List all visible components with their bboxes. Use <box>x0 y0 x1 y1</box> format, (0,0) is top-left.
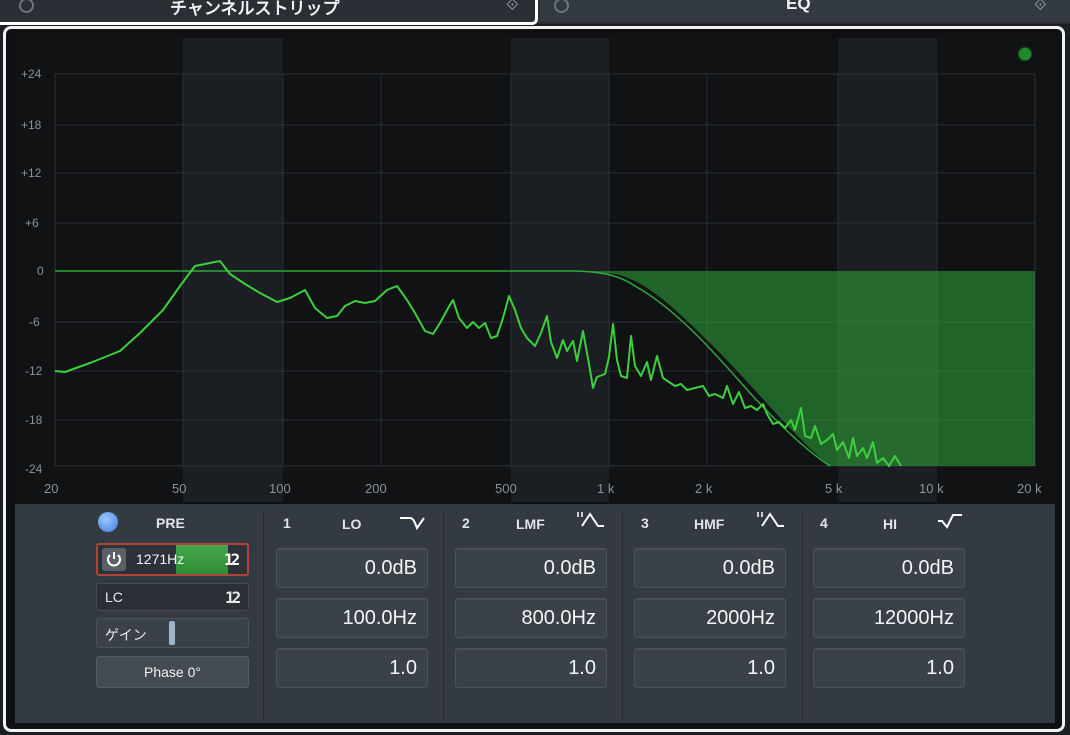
highcut-slope[interactable]: 12 <box>224 550 240 569</box>
band-4-gain[interactable]: 0.0dB <box>813 548 965 588</box>
gain-slider-handle[interactable] <box>169 621 175 645</box>
x-tick-label: 20 <box>44 481 58 496</box>
lowcut-filter[interactable]: LC 12 <box>96 583 249 611</box>
band-4-name: HI <box>883 516 897 532</box>
x-tick-label: 20 k <box>1017 481 1042 496</box>
highcut-frequency: 1271Hz <box>136 551 185 567</box>
band-1-name: LO <box>342 516 362 532</box>
highcut-filter[interactable]: 1271Hz 12 <box>96 543 249 576</box>
status-led-icon <box>1019 48 1031 60</box>
y-tick-label: +6 <box>25 216 39 230</box>
eq-display[interactable]: +24 +18 +12 +6 0 -6 -12 -18 -24 20 50 10… <box>15 38 1055 502</box>
gain-label: ゲイン <box>105 627 147 643</box>
band-4-q[interactable]: 1.0 <box>813 648 965 688</box>
y-tick-label: -6 <box>29 315 40 329</box>
phase-button[interactable]: Phase 0° <box>96 656 249 688</box>
band-2-q[interactable]: 1.0 <box>455 648 607 688</box>
band-2-name: LMF <box>516 516 545 532</box>
tab-channel-strip[interactable]: チャンネルストリップ ⟐ <box>0 0 538 25</box>
band-1-frequency[interactable]: 100.0Hz <box>276 598 428 638</box>
band-4-frequency[interactable]: 12000Hz <box>813 598 965 638</box>
y-tick-label: -18 <box>25 413 43 427</box>
band-3-number: 3 <box>641 515 649 531</box>
peak-icon[interactable] <box>576 510 606 530</box>
x-tick-label: 1 k <box>597 481 615 496</box>
low-shelf-icon[interactable] <box>398 512 426 532</box>
column-divider <box>622 510 623 720</box>
band-1-q[interactable]: 1.0 <box>276 648 428 688</box>
x-tick-label: 10 k <box>919 481 944 496</box>
y-tick-label: +12 <box>21 166 42 180</box>
power-icon <box>107 552 121 567</box>
band-shade <box>511 38 609 502</box>
pre-label: PRE <box>156 515 185 531</box>
peak-icon[interactable] <box>756 510 786 530</box>
band-3-gain[interactable]: 0.0dB <box>634 548 786 588</box>
y-axis: +24 +18 +12 +6 0 -6 -12 -18 -24 <box>21 67 44 476</box>
column-divider <box>263 510 264 720</box>
band-2-frequency[interactable]: 800.0Hz <box>455 598 607 638</box>
high-shelf-icon[interactable] <box>936 510 964 530</box>
tab-ring-icon <box>554 0 569 13</box>
band-3-q[interactable]: 1.0 <box>634 648 786 688</box>
band-shade <box>183 38 283 502</box>
lowcut-label: LC <box>105 589 123 605</box>
y-tick-label: -24 <box>25 462 43 476</box>
tab-channel-strip-label: チャンネルストリップ <box>170 0 340 18</box>
y-tick-label: -12 <box>25 364 43 378</box>
band-1-gain[interactable]: 0.0dB <box>276 548 428 588</box>
band-2-gain[interactable]: 0.0dB <box>455 548 607 588</box>
column-divider <box>443 510 444 720</box>
pre-power-button[interactable] <box>98 512 118 532</box>
link-icon[interactable]: ⟐ <box>506 0 519 15</box>
x-tick-label: 2 k <box>695 481 713 496</box>
x-tick-label: 500 <box>495 481 517 496</box>
y-tick-label: 0 <box>37 264 44 278</box>
band-3-name: HMF <box>694 516 725 532</box>
link-icon[interactable]: ⟐ <box>1034 0 1047 15</box>
lowcut-slope[interactable]: 12 <box>225 588 241 607</box>
band-1-number: 1 <box>283 515 291 531</box>
x-tick-label: 5 k <box>825 481 843 496</box>
tab-ring-icon <box>19 0 34 13</box>
highcut-power-button[interactable] <box>102 548 126 571</box>
gain-slider[interactable]: ゲイン <box>96 618 249 648</box>
x-tick-label: 200 <box>365 481 387 496</box>
band-2-number: 2 <box>462 515 470 531</box>
x-tick-label: 50 <box>172 481 186 496</box>
y-tick-label: +18 <box>21 118 42 132</box>
tab-eq-label: EQ <box>786 0 811 13</box>
y-tick-label: +24 <box>21 67 42 81</box>
band-3-frequency[interactable]: 2000Hz <box>634 598 786 638</box>
band-4-number: 4 <box>820 515 828 531</box>
column-divider <box>802 510 803 720</box>
tab-eq[interactable]: EQ ⟐ <box>540 0 1070 22</box>
x-tick-label: 100 <box>269 481 291 496</box>
